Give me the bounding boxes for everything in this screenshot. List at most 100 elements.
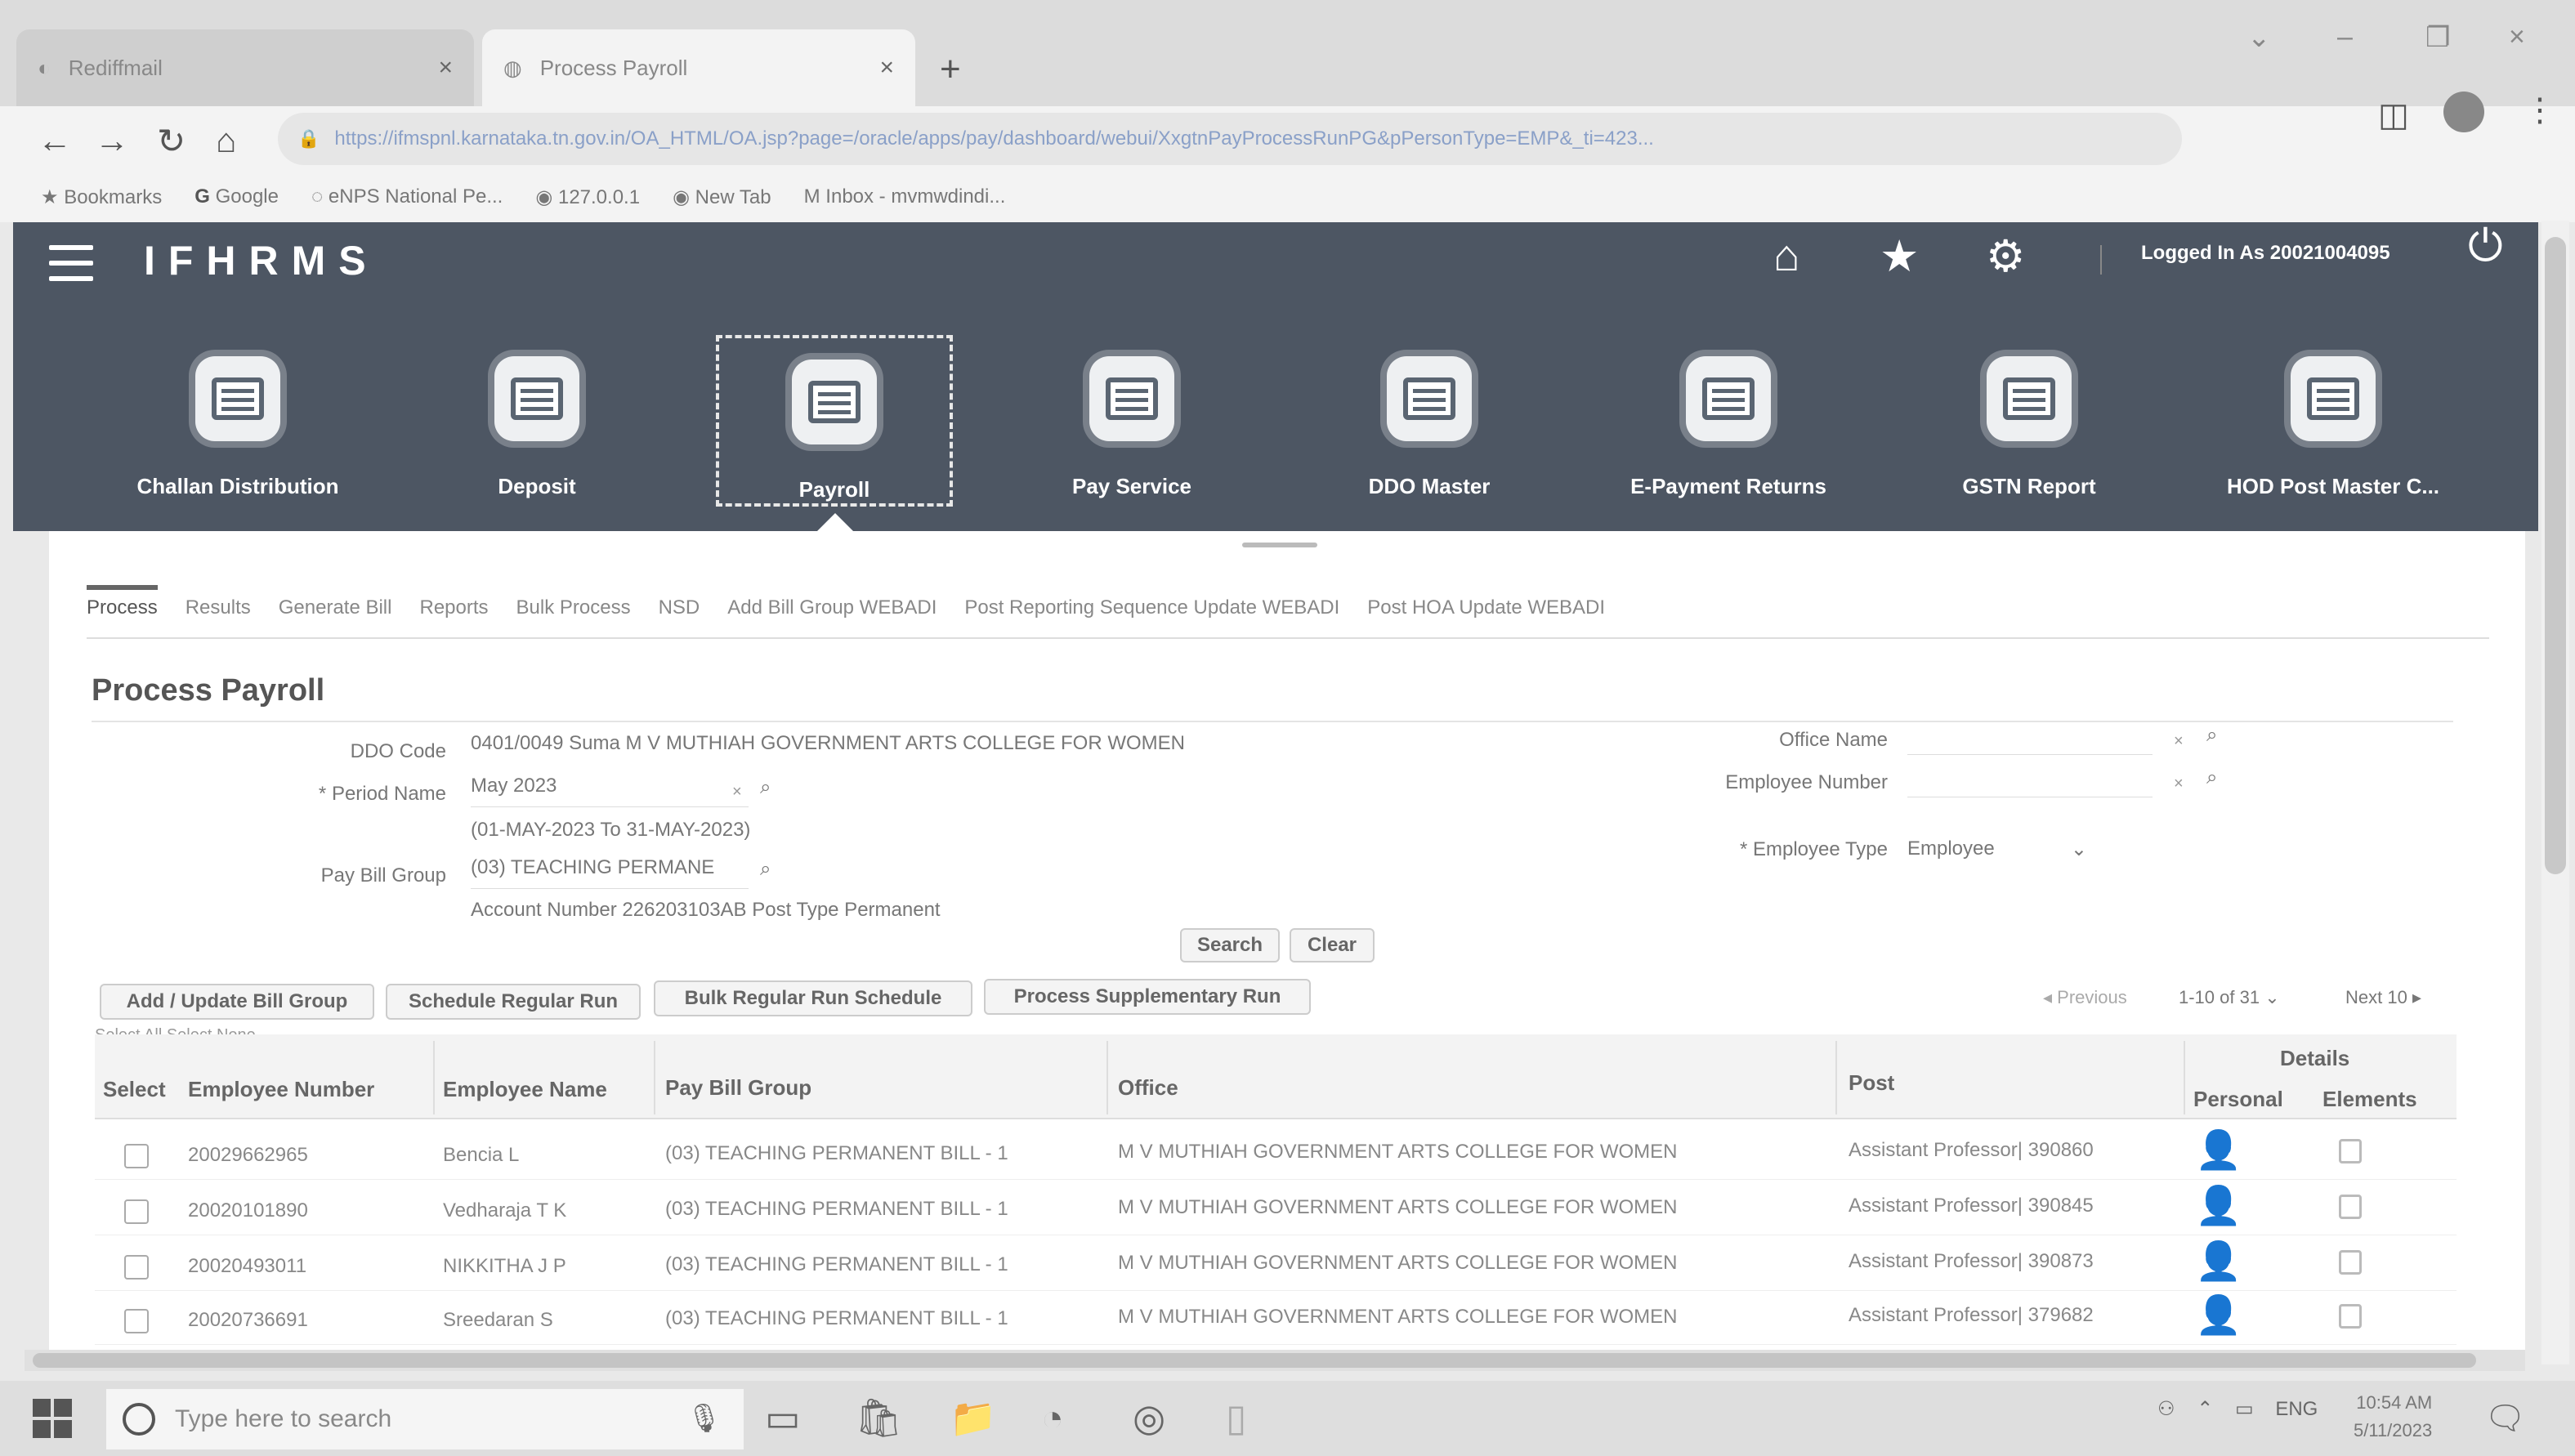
table-row[interactable]: 20020736691 Sreedaran S (03) TEACHING PE…: [95, 1291, 2457, 1345]
tile-e-payment-returns[interactable]: E-Payment Returns: [1594, 335, 1863, 507]
close-tab-icon[interactable]: ×: [438, 54, 453, 82]
home-icon[interactable]: ⌂: [1773, 230, 1800, 281]
clear-x-icon[interactable]: ×: [2174, 732, 2184, 751]
personal-details-icon[interactable]: 👤: [2195, 1183, 2242, 1228]
bookmark-item[interactable]: ◉ 127.0.0.1: [535, 185, 640, 209]
file-explorer-icon[interactable]: 📁: [950, 1396, 996, 1440]
personal-details-icon[interactable]: 👤: [2195, 1128, 2242, 1172]
row-checkbox[interactable]: [124, 1144, 149, 1168]
tile-payroll[interactable]: Payroll: [716, 335, 953, 507]
app-icon[interactable]: ▯: [1226, 1396, 1246, 1440]
employee-type-select[interactable]: Employee ⌄: [1907, 832, 2087, 866]
profile-avatar[interactable]: [2443, 92, 2484, 132]
taskbar-search-box[interactable]: Type here to search: [106, 1389, 744, 1449]
back-icon[interactable]: ←: [38, 121, 72, 160]
personal-details-icon[interactable]: 👤: [2195, 1239, 2242, 1284]
row-checkbox[interactable]: [124, 1255, 149, 1280]
forward-icon[interactable]: →: [95, 121, 129, 160]
pager-next[interactable]: Next 10 ▸: [2345, 987, 2421, 1008]
bookmark-item[interactable]: ◉ New Tab: [673, 185, 771, 209]
menu-kebab-icon[interactable]: ⋮: [2524, 92, 2556, 129]
close-window-icon[interactable]: ×: [2509, 21, 2525, 53]
schedule-regular-run-button[interactable]: Schedule Regular Run: [386, 984, 641, 1020]
col-pay-bill-group[interactable]: Pay Bill Group: [665, 1075, 811, 1101]
period-name-input[interactable]: May 2023: [471, 775, 749, 807]
new-tab-button[interactable]: +: [940, 49, 961, 90]
add-update-bill-group-button[interactable]: Add / Update Bill Group: [100, 984, 374, 1020]
elements-icon[interactable]: [2339, 1139, 2362, 1163]
col-post[interactable]: Post: [1849, 1070, 1894, 1096]
bookmark-item[interactable]: M Inbox - mvmwdindi...: [804, 185, 1006, 208]
minimize-icon[interactable]: –: [2337, 21, 2353, 53]
system-tray[interactable]: ⚇ ⌃ ▭ ENG: [2157, 1397, 2318, 1421]
reload-icon[interactable]: ↻: [157, 121, 186, 161]
search-icon[interactable]: ⌕: [2206, 766, 2217, 789]
search-icon[interactable]: ⌕: [760, 858, 771, 881]
notifications-icon[interactable]: 🗨: [2484, 1399, 2526, 1437]
url-field[interactable]: 🔒 https://ifmspnl.karnataka.tn.gov.in/OA…: [278, 113, 2182, 165]
clear-x-icon[interactable]: ×: [732, 783, 742, 802]
pager-range-select[interactable]: 1-10 of 31 ⌄: [2179, 987, 2280, 1008]
bookmark-item[interactable]: G Google: [194, 185, 279, 208]
settings-gear-icon[interactable]: ⚙: [1986, 230, 2025, 282]
search-button[interactable]: Search: [1180, 928, 1280, 962]
tab-nsd[interactable]: NSD: [659, 596, 700, 619]
employee-number-input[interactable]: [1907, 765, 2153, 797]
browser-tab-rediffmail[interactable]: ◐ Rediffmail ×: [16, 29, 474, 106]
hamburger-menu-icon[interactable]: [49, 245, 93, 281]
col-employee-name[interactable]: Employee Name: [443, 1077, 607, 1102]
tab-post-reporting-sequence[interactable]: Post Reporting Sequence Update WEBADI: [964, 596, 1339, 619]
task-view-icon[interactable]: ▭: [765, 1396, 800, 1440]
restore-icon[interactable]: ❐: [2425, 21, 2450, 54]
language-indicator[interactable]: ENG: [2275, 1398, 2318, 1420]
pager-previous[interactable]: ◂ Previous: [2043, 987, 2127, 1008]
tile-ddo-master[interactable]: DDO Master: [1294, 335, 1564, 507]
vertical-scroll-thumb[interactable]: [2545, 237, 2566, 874]
favorites-star-icon[interactable]: ★: [1880, 230, 1919, 282]
clear-x-icon[interactable]: ×: [2174, 775, 2184, 793]
row-checkbox[interactable]: [124, 1199, 149, 1224]
personal-details-icon[interactable]: 👤: [2195, 1293, 2242, 1338]
extensions-icon[interactable]: ◫: [2378, 96, 2409, 134]
process-supplementary-run-button[interactable]: Process Supplementary Run: [984, 979, 1311, 1015]
horizontal-scroll-thumb[interactable]: [33, 1353, 2476, 1368]
bulk-regular-run-schedule-button[interactable]: Bulk Regular Run Schedule: [654, 980, 972, 1016]
elements-icon[interactable]: [2339, 1195, 2362, 1219]
office-name-input[interactable]: [1907, 722, 2153, 755]
chrome-icon[interactable]: ◎: [1133, 1396, 1165, 1440]
browser-tab-process-payroll[interactable]: ◍ Process Payroll ×: [482, 29, 915, 106]
elements-icon[interactable]: [2339, 1250, 2362, 1275]
tile-gstn-report[interactable]: GSTN Report: [1894, 335, 2164, 507]
microphone-icon[interactable]: 🎙: [686, 1402, 722, 1435]
windows-start-icon[interactable]: [33, 1399, 72, 1438]
home-icon[interactable]: ⌂: [216, 121, 236, 160]
panel-handle[interactable]: [1242, 543, 1317, 547]
search-icon[interactable]: ⌕: [760, 776, 771, 799]
row-checkbox[interactable]: [124, 1309, 149, 1333]
tile-challan-distribution[interactable]: Challan Distribution: [103, 335, 373, 507]
tab-add-bill-group[interactable]: Add Bill Group WEBADI: [727, 596, 937, 619]
store-icon[interactable]: 🛍: [855, 1396, 902, 1440]
bookmark-item[interactable]: ★ Bookmarks: [41, 185, 162, 209]
tab-generate-bill[interactable]: Generate Bill: [279, 596, 392, 619]
tab-search-icon[interactable]: ⌄: [2247, 21, 2271, 54]
pay-bill-group-input[interactable]: (03) TEACHING PERMANE: [471, 856, 749, 889]
elements-icon[interactable]: [2339, 1304, 2362, 1329]
col-employee-number[interactable]: Employee Number: [188, 1077, 374, 1102]
tab-post-hoa-update[interactable]: Post HOA Update WEBADI: [1367, 596, 1605, 619]
tab-reports[interactable]: Reports: [419, 596, 488, 619]
logout-power-icon[interactable]: ⏻: [2468, 221, 2503, 272]
tab-results[interactable]: Results: [186, 596, 251, 619]
col-office[interactable]: Office: [1118, 1075, 1178, 1101]
firefox-icon[interactable]: ◔: [1041, 1396, 1064, 1440]
bookmark-item[interactable]: ◌ eNPS National Pe...: [311, 185, 503, 208]
tile-pay-service[interactable]: Pay Service: [997, 335, 1267, 507]
tab-process[interactable]: Process: [87, 585, 158, 619]
table-row[interactable]: 20020101890 Vedharaja T K (03) TEACHING …: [95, 1181, 2457, 1235]
tile-hod-post-master[interactable]: HOD Post Master C...: [2198, 335, 2468, 507]
table-row[interactable]: 20029662965 Bencia L (03) TEACHING PERMA…: [95, 1126, 2457, 1180]
clear-button[interactable]: Clear: [1290, 928, 1375, 962]
search-icon[interactable]: ⌕: [2206, 724, 2217, 747]
taskbar-clock[interactable]: 10:54 AM 5/11/2023: [2354, 1389, 2432, 1445]
table-row[interactable]: 20020493011 NIKKITHA J P (03) TEACHING P…: [95, 1237, 2457, 1291]
